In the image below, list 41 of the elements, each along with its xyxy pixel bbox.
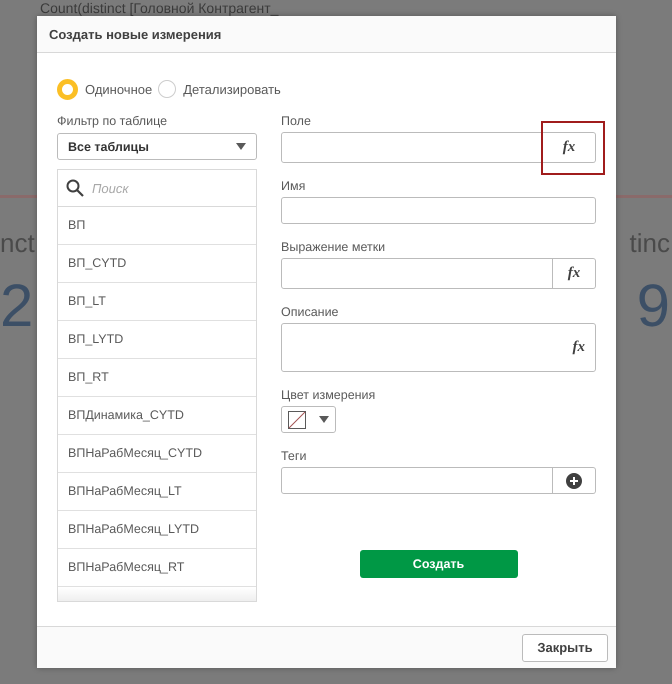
- no-color-icon: [288, 410, 306, 428]
- field-label: Описание: [281, 304, 340, 320]
- expression-button[interactable]: fx: [572, 339, 585, 356]
- caret-icon: [236, 143, 246, 150]
- expression-button[interactable]: fx: [542, 132, 596, 163]
- input-field[interactable]: fx: [281, 323, 596, 372]
- list-item[interactable]: ВП_LT: [58, 283, 256, 321]
- list-item[interactable]: ВП_RT: [58, 359, 256, 397]
- expression-button[interactable]: fx: [552, 258, 596, 289]
- list-item[interactable]: ВПНаРабМесяц_LT: [58, 473, 256, 511]
- field-label: Цвет измерения: [281, 387, 376, 403]
- search-icon: [66, 179, 84, 197]
- list-item[interactable]: ВПДинамика_CYTD: [58, 397, 256, 435]
- kpi-value: 2: [0, 271, 34, 341]
- list-item[interactable]: ВПНаРабМесяц_CYTD: [58, 435, 256, 473]
- kpi-value: 9: [636, 271, 671, 341]
- field-label: Поле: [281, 113, 312, 129]
- field-label: Фильтр по таблице: [57, 113, 168, 129]
- dialog-title: Создать новые измерения: [49, 26, 222, 42]
- list-item[interactable]: ВПНаРабМесяц_LYTD: [58, 511, 256, 549]
- field-label: Имя: [281, 178, 306, 194]
- list-item[interactable]: ВП_CYTD: [58, 245, 256, 283]
- field-label: Теги: [281, 448, 308, 464]
- add-tag-button[interactable]: [552, 467, 596, 494]
- plus-icon: [566, 472, 582, 488]
- list-item[interactable]: ВП_LYTD: [58, 321, 256, 359]
- create-button[interactable]: Создать: [360, 550, 518, 578]
- close-button[interactable]: Закрыть: [522, 634, 608, 662]
- table-dropdown[interactable]: Все таблицы: [57, 133, 257, 160]
- radio-option[interactable]: Одиночное: [57, 78, 152, 100]
- radio-option[interactable]: Детализировать: [158, 80, 281, 98]
- formula-title: Count(distinct [Головной Контрагент_: [39, 0, 280, 16]
- input-field[interactable]: [281, 258, 553, 289]
- input-field[interactable]: [281, 132, 543, 163]
- scrollbar[interactable]: [58, 587, 256, 601]
- list-item[interactable]: ВП: [58, 207, 256, 245]
- color-picker[interactable]: [281, 406, 336, 433]
- input-field[interactable]: [281, 467, 553, 494]
- field-label: Выражение метки: [281, 239, 386, 255]
- input-field[interactable]: [281, 197, 596, 224]
- caret-icon: [318, 416, 329, 423]
